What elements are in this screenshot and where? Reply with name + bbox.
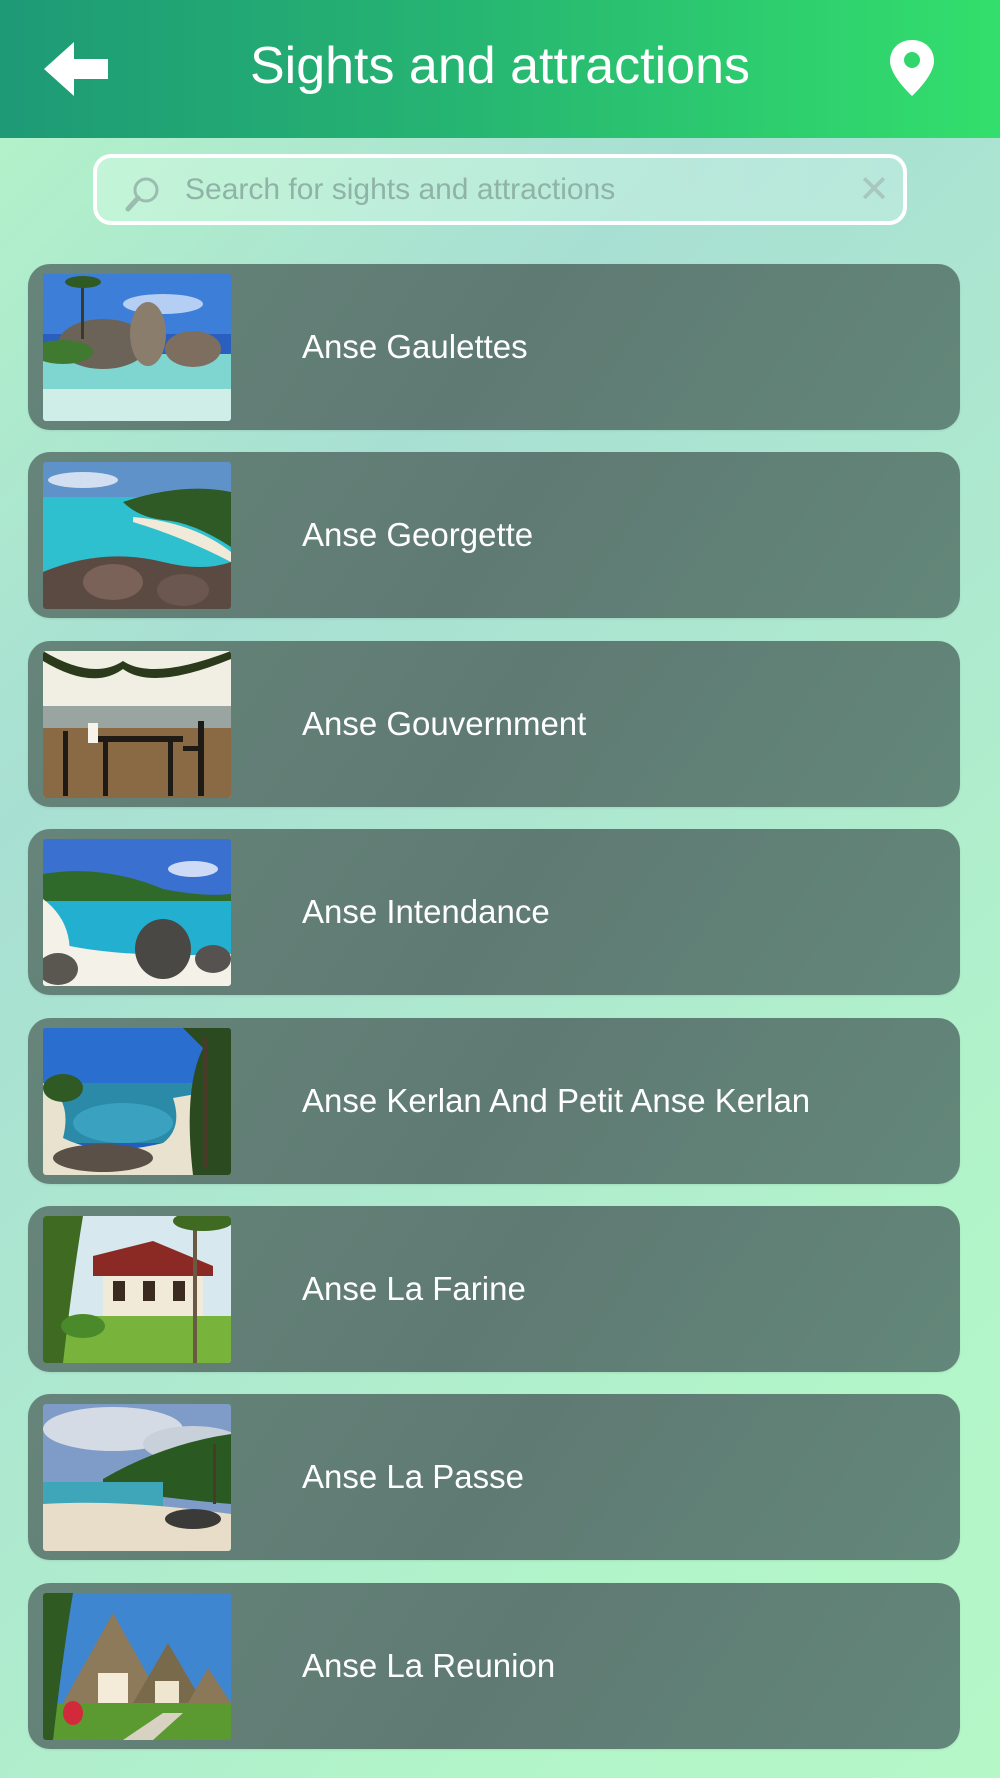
- list-item[interactable]: Anse La Reunion: [28, 1582, 960, 1749]
- list-item[interactable]: Anse Kerlan And Petit Anse Kerlan: [28, 1017, 960, 1184]
- thatched-huts-photo: [43, 1592, 231, 1740]
- attraction-name: Anse La Passe: [302, 1458, 524, 1496]
- list-item[interactable]: Anse Gouvernment: [28, 640, 960, 807]
- attraction-name: Anse Gaulettes: [302, 328, 528, 365]
- beach-dining-table-photo: [43, 650, 231, 798]
- palm-lagoon-photo: [43, 1027, 231, 1175]
- attraction-name: Anse La Farine: [302, 1269, 526, 1307]
- arrow-left-icon: [44, 42, 108, 96]
- beach-granite-rocks-photo: [43, 274, 231, 421]
- location-button[interactable]: [888, 38, 948, 104]
- bungalow-garden-photo: [43, 1215, 231, 1363]
- attraction-name: Anse Kerlan And Petit Anse Kerlan: [302, 1081, 811, 1119]
- list-item[interactable]: Anse Georgette: [28, 452, 960, 619]
- map-pin-icon: [890, 40, 934, 96]
- list-item[interactable]: Anse Gaulettes: [28, 264, 960, 430]
- app-header: Sights and attractions: [0, 0, 1000, 138]
- list-item[interactable]: Anse La Passe: [28, 1394, 960, 1561]
- page-title: Sights and attractions: [249, 37, 751, 95]
- attraction-name: Anse La Reunion: [302, 1646, 556, 1684]
- attraction-name: Anse Gouvernment: [302, 704, 587, 742]
- cloudy-beach-photo: [43, 1404, 231, 1552]
- white-sand-boulders-photo: [43, 839, 231, 987]
- search-input[interactable]: [185, 164, 825, 216]
- attraction-name: Anse Intendance: [302, 893, 550, 931]
- magnifier-icon: [125, 177, 159, 212]
- list-item[interactable]: Anse La Farine: [28, 1205, 960, 1372]
- turquoise-bay-photo: [43, 462, 231, 610]
- list-item[interactable]: Anse Intendance: [28, 829, 960, 996]
- attraction-name: Anse Georgette: [302, 516, 534, 554]
- close-icon[interactable]: ✕: [849, 164, 899, 216]
- back-button[interactable]: [40, 38, 120, 104]
- attractions-list: Anse Gaulettes Anse Georgette Anse Gouve…: [28, 264, 960, 1771]
- search-bar: ✕: [93, 154, 907, 225]
